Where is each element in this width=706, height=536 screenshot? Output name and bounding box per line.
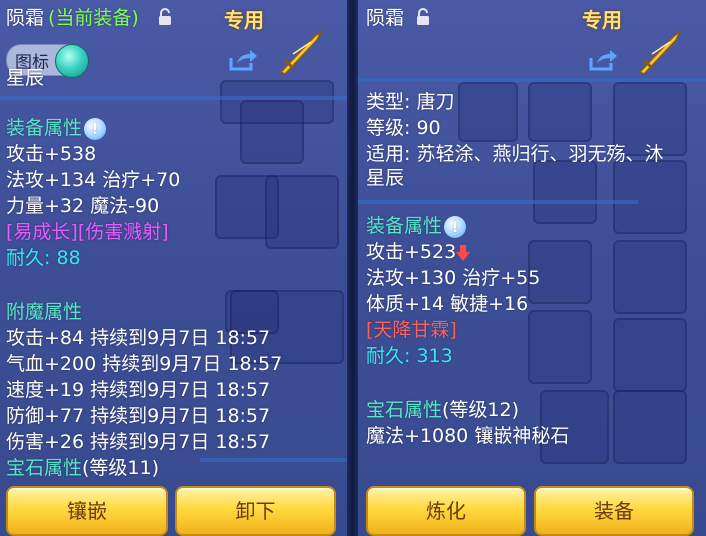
equip-attr-2: 法攻+130 治疗+55	[366, 267, 541, 289]
panel-divider	[347, 0, 358, 536]
sword-icon	[638, 29, 682, 75]
equipped-tag: (当前装备)	[48, 7, 139, 29]
durability: 耐久: 88	[6, 247, 81, 269]
share-icon[interactable]	[588, 48, 618, 72]
equip-attr-title: 装备属性!	[366, 214, 467, 238]
enchant-attr-1: 攻击+84 持续到9月7日 18:57	[6, 327, 271, 349]
equip-attr-2: 法攻+134 治疗+70	[6, 169, 181, 191]
info-icon[interactable]: !	[444, 215, 467, 238]
lock-icon[interactable]	[416, 8, 430, 26]
unequip-button[interactable]: 卸下	[175, 486, 336, 536]
gem-attr-header: 宝石属性(等级11)	[6, 457, 160, 479]
compare-item-panel: 陨霜 专用 类型: 唐刀 等级: 90 适用: 苏轻涂、燕归行、羽无殇、沐 星辰…	[358, 0, 706, 536]
equip-attr-title: 装备属性!	[6, 116, 107, 140]
suit-line-cont: 星辰	[366, 167, 405, 189]
toggle-knob[interactable]	[55, 44, 89, 78]
equip-attr-1: 攻击+538	[6, 143, 97, 165]
equip-button[interactable]: 装备	[534, 486, 694, 536]
item-name: 陨霜	[6, 7, 45, 29]
lock-icon[interactable]	[158, 8, 172, 26]
special-effect: [天降甘霖]	[366, 319, 457, 341]
exclusive-tag: 专用	[224, 8, 264, 32]
equipped-item-panel: 陨霜 (当前装备) 专用 图标 星辰 装备属性! 攻击+538 法攻+134 治…	[0, 0, 347, 536]
durability: 耐久: 313	[366, 345, 453, 367]
info-icon[interactable]: !	[84, 117, 107, 140]
inlay-button[interactable]: 镶嵌	[6, 486, 168, 536]
enchant-attr-5: 伤害+26 持续到9月7日 18:57	[6, 431, 271, 453]
enchant-title: 附魔属性	[6, 301, 83, 323]
equip-attr-1: 攻击+523	[366, 240, 471, 264]
equip-attr-3: 体质+14 敏捷+16	[366, 293, 529, 315]
sword-icon	[279, 29, 323, 75]
enchant-attr-4: 防御+77 持续到9月7日 18:57	[6, 405, 271, 427]
suit-line: 适用: 苏轻涂、燕归行、羽无殇、沐	[366, 143, 664, 165]
level-line: 等级: 90	[366, 117, 441, 139]
enchant-attr-2: 气血+200 持续到9月7日 18:57	[6, 353, 283, 375]
partial-line: 星辰	[6, 67, 45, 89]
enchant-attr-3: 速度+19 持续到9月7日 18:57	[6, 379, 271, 401]
gem-attr-header: 宝石属性(等级12)	[366, 399, 520, 421]
type-line: 类型: 唐刀	[366, 91, 455, 113]
item-name: 陨霜	[366, 7, 405, 29]
exclusive-tag: 专用	[582, 8, 622, 32]
refine-button[interactable]: 炼化	[366, 486, 526, 536]
down-arrow-icon	[456, 244, 471, 261]
share-icon[interactable]	[228, 48, 258, 72]
durability-value: 313	[416, 345, 453, 367]
special-effect: [易成长][伤害溅射]	[6, 221, 169, 243]
gem-attr: 魔法+1080 镶嵌神秘石	[366, 425, 570, 447]
durability-value: 88	[56, 247, 81, 269]
equip-attr-3: 力量+32 魔法-90	[6, 195, 160, 217]
